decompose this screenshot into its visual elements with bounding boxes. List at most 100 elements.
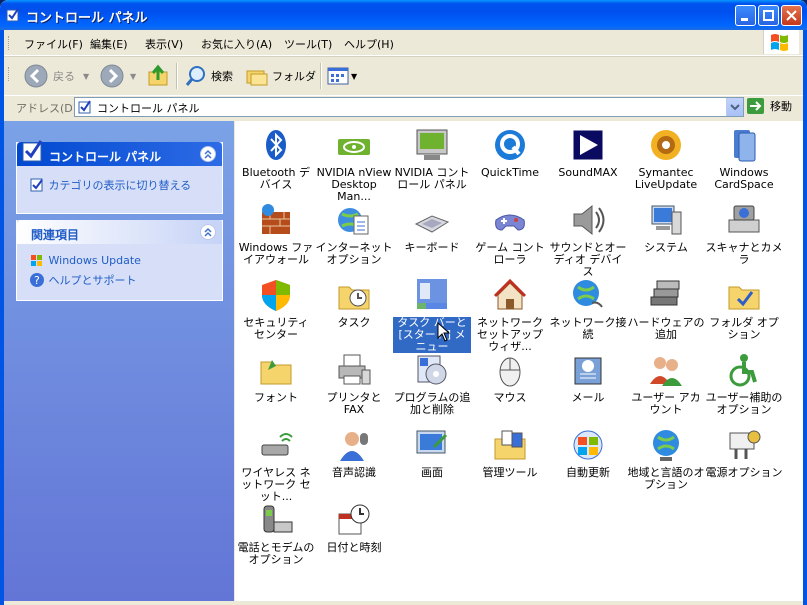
maximize-button[interactable] (758, 5, 779, 26)
help-support-link[interactable]: ? ヘルプとサポート (29, 272, 137, 288)
automatic-updates-icon (570, 427, 606, 463)
back-button[interactable]: 戻る ▼ (24, 63, 89, 89)
control-panel-item[interactable]: フォルダ オプション (705, 277, 783, 341)
control-panel-item[interactable]: 電話とモデムのオプション (237, 502, 315, 566)
forward-dropdown-icon[interactable]: ▼ (130, 72, 136, 81)
control-panel-item[interactable]: スキャナとカメラ (705, 202, 783, 266)
control-panel-item[interactable]: ユーザー補助のオプション (705, 352, 783, 416)
control-panel-item-label: サウンドとオーディオ デバイス (549, 241, 627, 278)
svg-text:?: ? (34, 274, 40, 287)
switch-category-view-link[interactable]: カテゴリの表示に切り替える (29, 177, 191, 193)
address-value: コントロール パネル (97, 102, 200, 115)
control-panel-item[interactable]: Windows CardSpace (705, 127, 783, 191)
control-panel-item-label: マウス (493, 391, 527, 404)
control-panel-item[interactable]: プリンタと FAX (315, 352, 393, 416)
go-button[interactable]: 移動 (746, 96, 792, 116)
control-panel-item[interactable]: ネットワーク セットアップ ウィザ... (471, 277, 549, 353)
control-panel-item-label: タスク (337, 316, 371, 329)
control-panel-item-label: ユーザー アカウント (631, 391, 701, 416)
control-panel-item-label: 画面 (421, 466, 443, 479)
search-label: 検索 (211, 70, 233, 83)
control-panel-item[interactable]: 管理ツール (471, 427, 549, 479)
address-dropdown-button[interactable] (726, 98, 743, 116)
control-panel-item[interactable]: NVIDIA nView Desktop Man... (315, 127, 393, 203)
views-button[interactable]: ▼ (326, 63, 357, 89)
forward-button[interactable]: ▼ (100, 63, 136, 89)
control-panel-item[interactable]: マウス (471, 352, 549, 404)
menu-help[interactable]: ヘルプ(H) (344, 36, 394, 52)
menu-view[interactable]: 表示(V) (145, 36, 183, 52)
related-topics-header[interactable]: 関連項目 (17, 220, 222, 244)
collapse-button[interactable] (200, 146, 216, 162)
control-panel-item[interactable]: ワイヤレス ネットワーク セット... (237, 427, 315, 503)
search-icon (185, 66, 205, 86)
back-dropdown-icon[interactable]: ▼ (83, 72, 89, 81)
control-panel-item[interactable]: フォント (237, 352, 315, 404)
control-panel-item[interactable]: タスク (315, 277, 393, 329)
control-panel-item-label: システム (644, 241, 688, 254)
control-panel-item-label: スキャナとカメラ (705, 241, 783, 266)
control-panel-item[interactable]: Symantec LiveUpdate (627, 127, 705, 191)
control-panel-item[interactable]: サウンドとオーディオ デバイス (549, 202, 627, 278)
control-panel-item[interactable]: Windows ファイアウォール (237, 202, 315, 266)
title-bar[interactable]: コントロール パネル (0, 0, 807, 30)
control-panel-item-label: 電源オプション (705, 466, 783, 479)
window-title: コントロール パネル (26, 11, 148, 26)
control-panel-item[interactable]: NVIDIA コントロール パネル (393, 127, 471, 191)
control-panel-item[interactable]: 地域と言語のオプション (627, 427, 705, 491)
views-icon (327, 67, 349, 85)
control-panel-item[interactable]: 日付と時刻 (315, 502, 393, 554)
taskbar-start-menu-icon (414, 277, 450, 313)
control-panel-item[interactable]: 電源オプション (705, 427, 783, 479)
menu-file[interactable]: ファイル(F) (24, 36, 83, 52)
administrative-tools-icon (492, 427, 528, 463)
control-panel-item[interactable]: セキュリティ センター (237, 277, 315, 341)
back-label: 戻る (53, 70, 75, 83)
control-panel-item[interactable]: 画面 (393, 427, 471, 479)
control-panel-item[interactable]: SoundMAX (549, 127, 627, 179)
wireless-network-setup-icon (258, 427, 294, 463)
folders-button[interactable]: フォルダ (245, 63, 316, 89)
menu-tools[interactable]: ツール(T) (284, 36, 332, 52)
control-panel-item-label: キーボード (404, 241, 460, 254)
menu-favorites[interactable]: お気に入り(A) (201, 36, 272, 52)
control-panel-item-label: QuickTime (480, 166, 540, 179)
control-panel-item[interactable]: ハードウェアの追加 (627, 277, 705, 341)
up-folder-button[interactable] (146, 63, 170, 89)
windows-update-link[interactable]: Windows Update (29, 252, 141, 268)
window-frame-right (803, 30, 807, 605)
windows-update-icon (31, 255, 42, 266)
control-panel-item[interactable]: QuickTime (471, 127, 549, 179)
control-panel-item-label: Windows CardSpace (714, 166, 774, 191)
control-panel-item[interactable]: キーボード (393, 202, 471, 254)
control-panel-task-header[interactable]: コントロール パネル (17, 140, 222, 166)
menu-edit[interactable]: 編集(E) (90, 36, 128, 52)
power-options-icon (726, 427, 762, 463)
control-panel-item[interactable]: メール (549, 352, 627, 404)
search-button[interactable]: 検索 (184, 63, 233, 89)
control-panel-item[interactable]: 音声認識 (315, 427, 393, 479)
control-panel-item[interactable]: 自動更新 (549, 427, 627, 479)
toolbar-separator (176, 63, 178, 89)
collapse-button[interactable] (200, 224, 216, 240)
address-bar: アドレス(D) コントロール パネル 移動 (4, 96, 803, 118)
control-panel-item-label: Windows ファイアウォール (238, 241, 314, 266)
minimize-button[interactable] (735, 5, 756, 26)
control-panel-item[interactable]: システム (627, 202, 705, 254)
control-panel-item[interactable]: プログラムの追加と削除 (393, 352, 471, 416)
control-panel-item[interactable]: Bluetooth デバイス (237, 127, 315, 191)
bluetooth-icon (258, 127, 294, 163)
close-button[interactable] (781, 5, 802, 26)
accessibility-options-icon (726, 352, 762, 388)
symantec-liveupdate-icon (648, 127, 684, 163)
control-panel-item[interactable]: インターネット オプション (315, 202, 393, 266)
control-panel-item[interactable]: タスク バーと [スタート] メニュー (393, 277, 471, 353)
control-panel-item[interactable]: ゲーム コントローラ (471, 202, 549, 266)
windows-update-label: Windows Update (48, 254, 141, 267)
system-icon (648, 202, 684, 238)
control-panel-item-label: Bluetooth デバイス (242, 166, 310, 191)
control-panel-item[interactable]: ネットワーク接続 (549, 277, 627, 341)
folder-options-icon (726, 277, 762, 313)
address-field[interactable]: コントロール パネル (74, 97, 744, 117)
control-panel-item[interactable]: ユーザー アカウント (627, 352, 705, 416)
